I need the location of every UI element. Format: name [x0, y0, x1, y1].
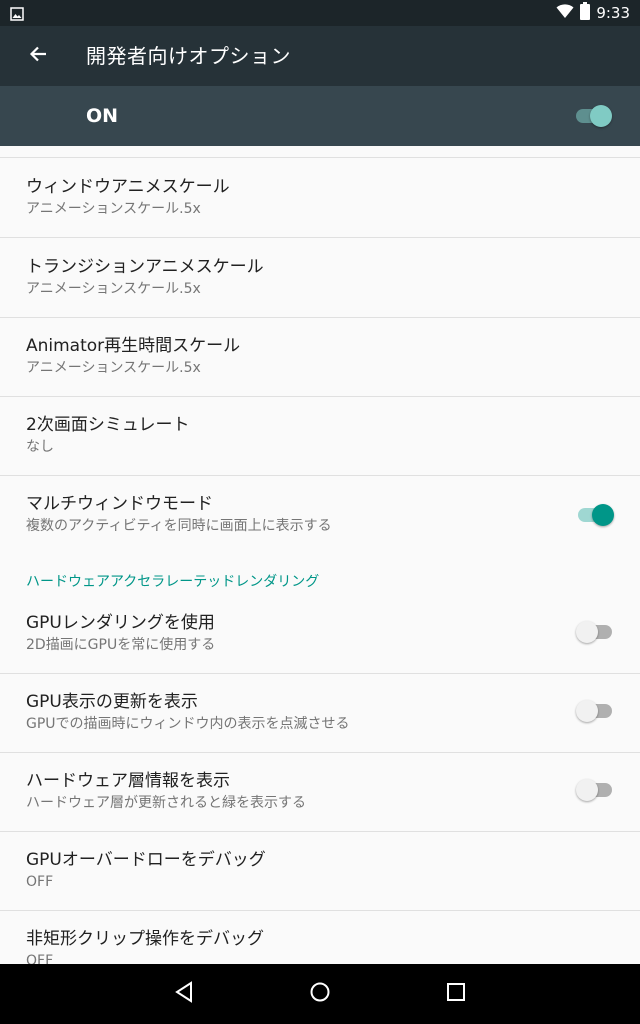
setting-title: ウィンドウアニメスケール: [26, 177, 230, 197]
arrow-back-icon: [28, 44, 48, 68]
setting-title: GPUレンダリングを使用: [26, 613, 215, 633]
category-header: ハードウェアアクセラレーテッドレンダリング: [26, 574, 320, 590]
setting-title: 2次画面シミュレート: [26, 415, 190, 435]
wifi-icon: [556, 3, 574, 23]
nav-back-icon: [174, 981, 194, 1007]
image-notification-icon: [10, 6, 24, 25]
setting-animator-duration-scale[interactable]: Animator再生時間スケール アニメーションスケール.5x: [0, 317, 640, 397]
setting-summary: ハードウェア層が更新されると緑を表示する: [26, 795, 306, 811]
back-button[interactable]: [22, 40, 54, 72]
setting-title: トランジションアニメスケール: [26, 257, 264, 277]
navigation-bar: [0, 964, 640, 1024]
setting-summary: アニメーションスケール.5x: [26, 201, 201, 217]
nav-home-icon: [309, 981, 331, 1007]
nav-recents-icon: [446, 982, 466, 1006]
setting-force-gpu-rendering[interactable]: GPUレンダリングを使用 2D描画にGPUを常に使用する: [0, 594, 640, 674]
setting-debug-non-rect-clip[interactable]: 非矩形クリップ操作をデバッグ OFF: [0, 910, 640, 964]
setting-summary: OFF: [26, 953, 54, 964]
clock: 9:33: [596, 4, 630, 22]
setting-summary: 2D描画にGPUを常に使用する: [26, 637, 216, 653]
battery-icon: [580, 2, 591, 24]
page-title: 開発者向けオプション: [86, 44, 291, 68]
setting-summary: GPUでの描画時にウィンドウ内の表示を点滅させる: [26, 716, 350, 732]
setting-title: ハードウェア層情報を表示: [26, 771, 230, 791]
setting-window-animation-scale[interactable]: ウィンドウアニメスケール アニメーションスケール.5x: [0, 158, 640, 238]
gpu-rendering-toggle[interactable]: [576, 618, 616, 646]
master-switch-bar[interactable]: ON: [0, 86, 640, 146]
gpu-updates-toggle[interactable]: [576, 697, 616, 725]
toolbar: 開発者向けオプション: [0, 26, 640, 86]
hw-layers-toggle[interactable]: [576, 776, 616, 804]
setting-summary: アニメーションスケール.5x: [26, 281, 201, 297]
nav-recents-button[interactable]: [436, 978, 476, 1010]
setting-debug-gpu-overdraw[interactable]: GPUオーバードローをデバッグ OFF: [0, 831, 640, 911]
setting-multi-window-mode[interactable]: マルチウィンドウモード 複数のアクティビティを同時に画面上に表示する: [0, 475, 640, 554]
nav-back-button[interactable]: [164, 978, 204, 1010]
setting-transition-animation-scale[interactable]: トランジションアニメスケール アニメーションスケール.5x: [0, 238, 640, 318]
setting-title: GPU表示の更新を表示: [26, 692, 198, 712]
setting-title: マルチウィンドウモード: [26, 494, 213, 514]
setting-title: Animator再生時間スケール: [26, 336, 241, 356]
list-item[interactable]: [0, 146, 640, 158]
setting-summary: なし: [26, 439, 54, 455]
settings-list: ウィンドウアニメスケール アニメーションスケール.5x トランジションアニメスケ…: [0, 146, 640, 964]
master-switch-label: ON: [86, 105, 119, 127]
setting-summary: アニメーションスケール.5x: [26, 360, 201, 376]
setting-title: 非矩形クリップ操作をデバッグ: [26, 929, 264, 949]
setting-summary: 複数のアクティビティを同時に画面上に表示する: [26, 518, 332, 534]
setting-show-hw-layers[interactable]: ハードウェア層情報を表示 ハードウェア層が更新されると緑を表示する: [0, 752, 640, 832]
nav-home-button[interactable]: [300, 978, 340, 1010]
setting-summary: OFF: [26, 874, 54, 890]
setting-title: GPUオーバードローをデバッグ: [26, 850, 266, 870]
master-switch-toggle[interactable]: [574, 102, 614, 130]
setting-secondary-display[interactable]: 2次画面シミュレート なし: [0, 396, 640, 476]
status-bar: 9:33: [0, 0, 640, 26]
setting-show-gpu-updates[interactable]: GPU表示の更新を表示 GPUでの描画時にウィンドウ内の表示を点滅させる: [0, 673, 640, 753]
multi-window-toggle[interactable]: [576, 501, 616, 529]
